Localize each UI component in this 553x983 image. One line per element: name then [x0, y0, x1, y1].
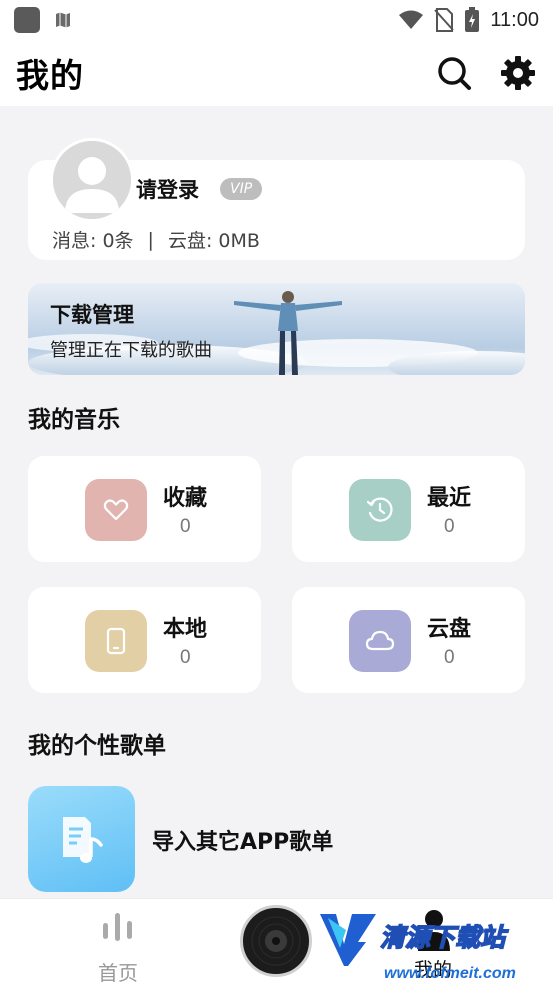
no-sim-icon: [434, 8, 455, 32]
banner-title: 下载管理: [50, 303, 134, 327]
download-manager-banner[interactable]: 下载管理 管理正在下载的歌曲: [28, 283, 525, 375]
banner-subtitle: 管理正在下载的歌曲: [50, 340, 212, 361]
page-header: 我的: [0, 40, 553, 106]
nav-home-label: 首页: [98, 961, 138, 983]
profile-stats: 消息: 0条 | 云盘: 0MB: [52, 226, 260, 253]
local-icon-box: [85, 610, 147, 672]
tile-label: 本地: [163, 617, 208, 642]
music-note-document-icon: [62, 817, 103, 863]
cloud-usage[interactable]: 云盘: 0MB: [168, 226, 260, 253]
wifi-icon: [399, 10, 424, 29]
import-playlist-label: 导入其它APP歌单: [152, 830, 334, 855]
status-bar: 11:00: [0, 0, 553, 40]
stats-separator: |: [147, 228, 154, 251]
app-notification-icon: [14, 7, 40, 33]
tile-count: 0: [444, 516, 455, 537]
tile-label: 最近: [427, 486, 472, 511]
phone-icon: [106, 627, 126, 655]
tile-count: 0: [180, 516, 191, 537]
status-time: 11:00: [490, 8, 539, 31]
search-icon: [438, 57, 471, 90]
watermark-brand: 清源下载站: [380, 923, 509, 952]
tile-label: 收藏: [163, 486, 208, 511]
tile-label: 云盘: [427, 617, 472, 642]
my-music-title: 我的音乐: [28, 407, 120, 433]
site-watermark: 清源下载站 www.fofmeit.com: [320, 914, 516, 982]
settings-button[interactable]: [499, 54, 537, 92]
cloud-icon-box: [349, 610, 411, 672]
import-icon-box: [28, 786, 135, 892]
equalizer-icon: [103, 913, 132, 941]
message-count[interactable]: 消息: 0条: [52, 226, 134, 253]
tile-count: 0: [444, 647, 455, 668]
recent-icon-box: [349, 479, 411, 541]
login-link[interactable]: 请登录: [136, 174, 199, 204]
clock-icon: [366, 497, 393, 522]
cloud-icon: [365, 630, 395, 651]
default-avatar-icon: [53, 141, 131, 219]
tile-cloud[interactable]: 云盘 0: [292, 587, 525, 693]
map-icon: [56, 12, 70, 28]
gear-icon: [501, 56, 535, 90]
tile-local[interactable]: 本地 0: [28, 587, 261, 693]
vinyl-disc-icon: [245, 910, 307, 972]
vip-badge: VIP: [220, 178, 263, 200]
heart-icon: [103, 499, 129, 521]
tile-count: 0: [180, 647, 191, 668]
avatar[interactable]: [50, 138, 134, 222]
nav-home[interactable]: 首页: [88, 907, 148, 983]
favorites-icon-box: [85, 479, 147, 541]
now-playing-disc[interactable]: [240, 905, 312, 977]
search-button[interactable]: [435, 54, 473, 92]
my-playlists-title: 我的个性歌单: [28, 733, 166, 759]
profile-card: 请登录 VIP 消息: 0条 | 云盘: 0MB: [28, 138, 525, 260]
page-title: 我的: [16, 56, 84, 95]
tile-favorites[interactable]: 收藏 0: [28, 456, 261, 562]
import-playlist-row[interactable]: 导入其它APP歌单: [28, 786, 525, 892]
battery-icon: [465, 7, 480, 32]
watermark-url: www.fofmeit.com: [384, 965, 516, 982]
tile-recent[interactable]: 最近 0: [292, 456, 525, 562]
